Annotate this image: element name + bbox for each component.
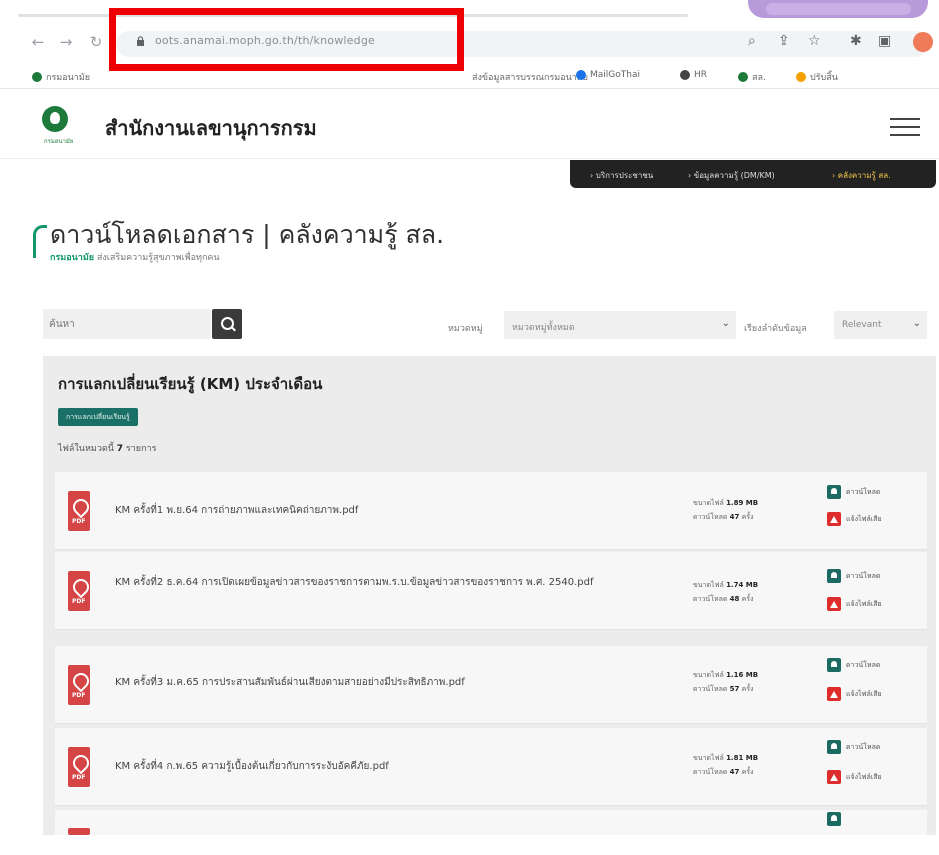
category-badge[interactable]: การแลกเปลี่ยนเรียนรู้ <box>58 408 138 426</box>
share-icon[interactable]: ⇪ <box>778 33 790 49</box>
pdf-file-icon[interactable]: PDF <box>68 491 90 531</box>
file-meta: ขนาดไฟล์ 1.81 MB ดาวน์โหลด 47 ครั้ง <box>693 754 759 776</box>
file-row <box>55 810 927 835</box>
download-button[interactable]: ดาวน์โหลด <box>827 658 880 672</box>
pdf-file-icon[interactable]: PDF <box>68 665 90 705</box>
file-row: PDF KM ครั้งที่2 ธ.ค.64 การเปิดเผยข้อมูล… <box>55 552 927 630</box>
file-name[interactable]: KM ครั้งที่2 ธ.ค.64 การเปิดเผยข้อมูลข่าว… <box>115 574 675 592</box>
side-panel-icon[interactable]: ▣ <box>878 33 891 49</box>
file-row: PDF KM ครั้งที่4 ก.พ.65 ความรู้เบื้องต้น… <box>55 728 927 806</box>
back-arrow-icon[interactable]: ← <box>28 32 48 52</box>
extensions-puzzle-icon[interactable]: ✱ <box>850 33 862 49</box>
chevron-down-icon: ⌄ <box>912 318 921 329</box>
file-row: PDF KM ครั้งที่1 พ.ย.64 การถ่ายภาพและเทค… <box>55 472 927 550</box>
file-name[interactable]: KM ครั้งที่3 ม.ค.65 การประสานสัมพันธ์ผ่า… <box>115 674 675 692</box>
file-meta: ขนาดไฟล์ 1.89 MB ดาวน์โหลด 47 ครั้ง <box>693 499 759 521</box>
warning-icon <box>827 770 841 784</box>
pdf-file-icon[interactable] <box>68 828 90 835</box>
bookmark-item[interactable]: MailGoThai <box>576 70 640 80</box>
file-count: ไฟล์ในหมวดนี้ 7 รายการ <box>58 444 157 454</box>
download-icon <box>827 658 841 672</box>
category-filter-label: หมวดหมู่ <box>448 324 483 334</box>
bookmark-favicon-icon <box>680 70 690 80</box>
file-name[interactable]: KM ครั้งที่4 ก.พ.65 ความรู้เบื้องต้นเกี่… <box>115 758 675 776</box>
bookmark-favicon-icon <box>576 70 586 80</box>
breadcrumb-item[interactable]: › บริการประชาชน <box>590 169 653 182</box>
breadcrumb: › บริการประชาชน › ข้อมูลความรู้ (DM/KM) … <box>570 160 936 188</box>
browser-tab[interactable] <box>748 0 928 18</box>
file-meta: ขนาดไฟล์ 1.16 MB ดาวน์โหลด 57 ครั้ง <box>693 671 759 693</box>
bookmark-star-icon[interactable]: ☆ <box>808 33 821 49</box>
report-broken-button[interactable]: แจ้งไฟล์เสีย <box>827 512 882 526</box>
download-button[interactable]: ดาวน์โหลด <box>827 740 880 754</box>
category-title: การแลกเปลี่ยนเรียนรู้ (KM) ประจำเดือน <box>58 375 323 393</box>
bookmark-favicon-icon <box>796 72 806 82</box>
forward-arrow-icon[interactable]: → <box>56 32 76 52</box>
page-subtitle: กรมอนามัย ส่งเสริมความรู้สุขภาพเพื่อทุกค… <box>50 253 220 263</box>
report-broken-button[interactable]: แจ้งไฟล์เสีย <box>827 770 882 784</box>
download-button[interactable]: ดาวน์โหลด <box>827 569 880 583</box>
file-name[interactable]: KM ครั้งที่1 พ.ย.64 การถ่ายภาพและเทคนิคถ… <box>115 502 675 520</box>
download-icon <box>827 740 841 754</box>
download-icon <box>827 812 841 826</box>
sort-label: เรียงลำดับข้อมูล <box>744 324 807 334</box>
file-meta: ขนาดไฟล์ 1.74 MB ดาวน์โหลด 48 ครั้ง <box>693 581 759 603</box>
warning-icon <box>827 512 841 526</box>
department-logo-icon[interactable] <box>42 106 68 132</box>
breadcrumb-item-current: › คลังความรู้ สล. <box>832 171 891 180</box>
download-button[interactable] <box>827 812 841 826</box>
bookmark-item[interactable]: HR <box>680 70 707 80</box>
report-broken-button[interactable]: แจ้งไฟล์เสีย <box>827 597 882 611</box>
zoom-search-icon[interactable]: ⌕ <box>748 33 756 49</box>
bookmark-favicon-icon <box>32 72 42 82</box>
bookmark-item[interactable]: กรมอนามัย <box>32 70 90 84</box>
pdf-file-icon[interactable]: PDF <box>68 571 90 611</box>
category-select[interactable]: หมวดหมู่ทั้งหมด ⌄ <box>504 311 736 339</box>
page-title: ดาวน์โหลดเอกสาร | คลังความรู้ สล. <box>50 220 445 249</box>
download-icon <box>827 569 841 583</box>
search-input[interactable] <box>43 309 211 339</box>
download-icon <box>827 485 841 499</box>
pdf-file-icon[interactable]: PDF <box>68 747 90 787</box>
bookmark-item[interactable]: สล. <box>738 70 766 84</box>
site-title[interactable]: สำนักงานเลขานุการกรม <box>105 112 317 144</box>
chevron-down-icon: ⌄ <box>721 318 730 329</box>
warning-icon <box>827 687 841 701</box>
reload-icon[interactable]: ↻ <box>86 32 106 52</box>
browser-page-divider <box>0 88 939 89</box>
warning-icon <box>827 597 841 611</box>
logo-caption: กรมอนามัย <box>44 138 74 145</box>
header-divider <box>0 158 939 159</box>
menu-hamburger-icon[interactable] <box>890 118 920 138</box>
file-row: PDF KM ครั้งที่3 ม.ค.65 การประสานสัมพันธ… <box>55 646 927 724</box>
sort-select[interactable]: Relevant ⌄ <box>834 311 927 339</box>
bookmark-favicon-icon <box>738 72 748 82</box>
report-broken-button[interactable]: แจ้งไฟล์เสีย <box>827 687 882 701</box>
site-header: กรมอนามัย สำนักงานเลขานุการกรม <box>0 96 939 160</box>
bookmark-item[interactable]: ปรับสิ้น <box>796 70 838 84</box>
title-accent-bracket <box>33 225 47 258</box>
download-button[interactable]: ดาวน์โหลด <box>827 485 880 499</box>
profile-avatar[interactable] <box>913 32 933 52</box>
url-highlight-box <box>109 8 464 71</box>
search-button[interactable] <box>212 309 242 339</box>
bookmark-item[interactable]: ส่งข้อมูลสารบรรณกรมอนามัย <box>472 70 588 84</box>
breadcrumb-item[interactable]: › ข้อมูลความรู้ (DM/KM) <box>688 169 775 182</box>
